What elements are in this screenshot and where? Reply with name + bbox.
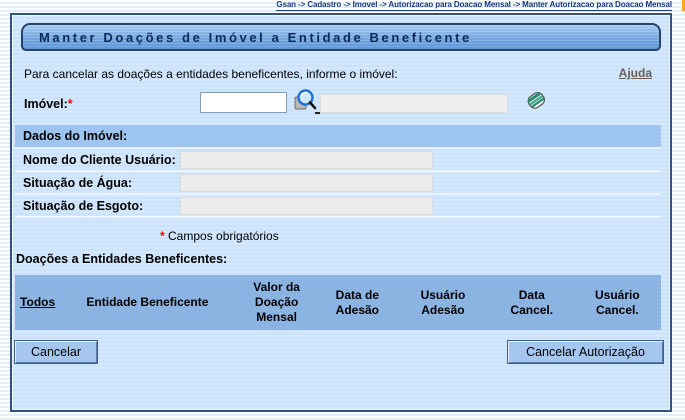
- instruction-text: Para cancelar as doações a entidades ben…: [24, 67, 398, 81]
- help-link[interactable]: Ajuda: [619, 66, 652, 80]
- column-usuario-cancel: Usuário Cancel.: [574, 275, 661, 330]
- page-title: Manter Doações de Imóvel a Entidade Bene…: [39, 29, 472, 45]
- column-valor-label: Valor da Doação Mensal: [253, 280, 300, 324]
- nome-cliente-label: Nome do Cliente Usuário:: [23, 153, 176, 167]
- breadcrumb[interactable]: Gsan -> Cadastro -> Imovel -> Autorizaca…: [276, 0, 672, 11]
- cancel-authorization-button[interactable]: Cancelar Autorização: [507, 340, 664, 364]
- row-situacao-esgoto: Situação de Esgoto:: [15, 195, 661, 218]
- imovel-label: Imóvel:*: [24, 97, 73, 111]
- column-entidade-label: Entidade Beneficente: [86, 295, 209, 309]
- nome-cliente-field: [180, 151, 433, 169]
- search-icon[interactable]: [293, 88, 317, 113]
- imovel-input[interactable]: [200, 92, 287, 113]
- column-valor-doacao: Valor da Doação Mensal: [235, 275, 319, 330]
- column-data-cancel: Data Cancel.: [490, 275, 574, 330]
- required-fields-note: * Campos obrigatórios: [160, 229, 279, 243]
- column-data-adesao-label: Data de Adesão: [335, 287, 380, 317]
- column-data-cancel-label: Data Cancel.: [510, 287, 554, 317]
- column-entidade-beneficente: Entidade Beneficente: [60, 275, 234, 330]
- eraser-icon[interactable]: [523, 87, 549, 113]
- column-usuario-adesao: Usuário Adesão: [396, 275, 490, 330]
- required-asterisk: *: [67, 97, 73, 111]
- gsan-page: { "breadcrumb": "Gsan -> Cadastro -> Imo…: [0, 0, 685, 420]
- main-panel: Manter Doações de Imóvel a Entidade Bene…: [10, 13, 672, 412]
- page-title-bar: Manter Doações de Imóvel a Entidade Bene…: [21, 23, 661, 51]
- dados-imovel-header: Dados do Imóvel:: [15, 125, 661, 149]
- column-usuario-adesao-label: Usuário Adesão: [420, 287, 466, 317]
- row-nome-cliente: Nome do Cliente Usuário:: [15, 149, 661, 172]
- situacao-esgoto-field: [180, 197, 433, 215]
- cancel-button[interactable]: Cancelar: [14, 340, 98, 364]
- situacao-esgoto-label: Situação de Esgoto:: [23, 199, 144, 213]
- column-usuario-cancel-label: Usuário Cancel.: [594, 287, 640, 317]
- breadcrumb-bar: Gsan -> Cadastro -> Imovel -> Autorizaca…: [0, 0, 685, 12]
- donations-section-label: Doações a Entidades Beneficentes:: [16, 252, 228, 266]
- donations-table-header: Todos Entidade Beneficente Valor da Doaç…: [15, 275, 661, 330]
- required-note-text: Campos obrigatórios: [164, 229, 279, 243]
- column-data-adesao: Data de Adesão: [319, 275, 397, 330]
- column-todos[interactable]: Todos: [15, 275, 60, 330]
- todos-link[interactable]: Todos: [20, 295, 55, 310]
- situacao-agua-field: [180, 174, 433, 192]
- dados-imovel-section: Dados do Imóvel: Nome do Cliente Usuário…: [15, 125, 661, 218]
- imovel-label-text: Imóvel:: [24, 97, 68, 111]
- row-situacao-agua: Situação de Água:: [15, 172, 661, 195]
- imovel-description-field: [320, 94, 508, 113]
- situacao-agua-label: Situação de Água:: [23, 176, 133, 190]
